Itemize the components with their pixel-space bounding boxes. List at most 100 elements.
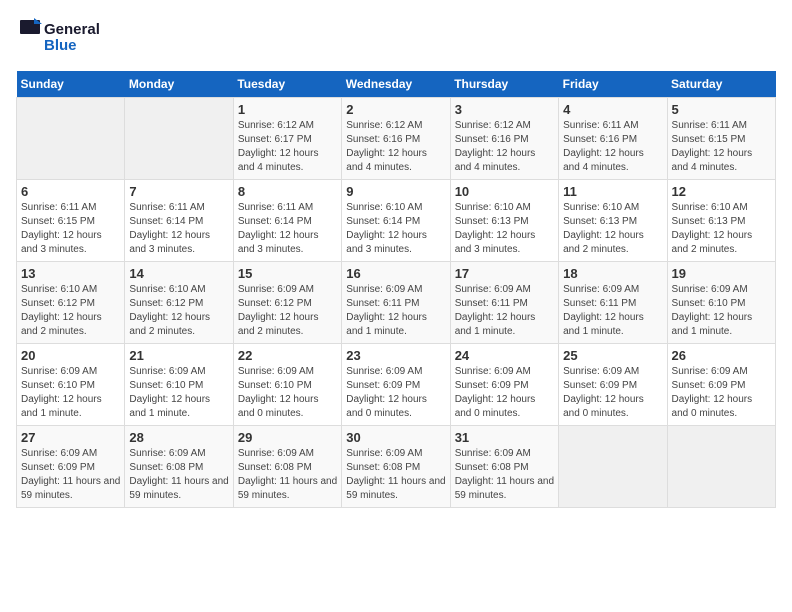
calendar-cell: 14 Sunrise: 6:10 AM Sunset: 6:12 PM Dayli… — [125, 262, 233, 344]
calendar-cell — [125, 98, 233, 180]
day-info: Sunrise: 6:09 AM Sunset: 6:08 PM Dayligh… — [129, 447, 228, 503]
calendar-cell: 28 Sunrise: 6:09 AM Sunset: 6:08 PM Dayli… — [125, 426, 233, 508]
calendar-cell: 1Sunrise: 6:12 AM Sunset: 6:17 PM Daylig… — [233, 98, 341, 180]
calendar-cell: 27 Sunrise: 6:09 AM Sunset: 6:09 PM Dayli… — [17, 426, 125, 508]
day-number: 3 — [455, 102, 554, 117]
calendar-cell: 21 Sunrise: 6:09 AM Sunset: 6:10 PM Dayli… — [125, 344, 233, 426]
calendar-cell: 5 Sunrise: 6:11 AM Sunset: 6:15 PM Daylig… — [667, 98, 775, 180]
logo: General Blue — [16, 16, 136, 63]
calendar-cell: 29 Sunrise: 6:09 AM Sunset: 6:08 PM Dayli… — [233, 426, 341, 508]
calendar-cell: 18Sunrise: 6:09 AM Sunset: 6:11 PM Dayli… — [559, 262, 667, 344]
calendar-cell: 11 Sunrise: 6:10 AM Sunset: 6:13 PM Dayli… — [559, 180, 667, 262]
day-info: Sunrise: 6:12 AM Sunset: 6:17 PM Dayligh… — [238, 119, 337, 175]
calendar-cell: 10 Sunrise: 6:10 AM Sunset: 6:13 PM Dayli… — [450, 180, 558, 262]
day-number: 16 — [346, 266, 445, 281]
day-number: 13 — [21, 266, 120, 281]
calendar-cell: 23 Sunrise: 6:09 AM Sunset: 6:09 PM Dayli… — [342, 344, 450, 426]
header-day-saturday: Saturday — [667, 71, 775, 98]
header-day-wednesday: Wednesday — [342, 71, 450, 98]
day-number: 22 — [238, 348, 337, 363]
day-number: 28 — [129, 430, 228, 445]
day-info: Sunrise: 6:11 AM Sunset: 6:14 PM Dayligh… — [238, 201, 337, 257]
day-info: Sunrise: 6:11 AM Sunset: 6:15 PM Dayligh… — [672, 119, 771, 175]
svg-text:Blue: Blue — [44, 37, 77, 54]
calendar-cell: 20Sunrise: 6:09 AM Sunset: 6:10 PM Dayli… — [17, 344, 125, 426]
day-info: Sunrise: 6:09 AM Sunset: 6:10 PM Dayligh… — [238, 365, 337, 421]
header-day-sunday: Sunday — [17, 71, 125, 98]
day-info: Sunrise: 6:10 AM Sunset: 6:13 PM Dayligh… — [672, 201, 771, 257]
day-info: Sunrise: 6:09 AM Sunset: 6:09 PM Dayligh… — [21, 447, 120, 503]
day-info: Sunrise: 6:12 AM Sunset: 6:16 PM Dayligh… — [455, 119, 554, 175]
calendar-cell: 12Sunrise: 6:10 AM Sunset: 6:13 PM Dayli… — [667, 180, 775, 262]
day-info: Sunrise: 6:09 AM Sunset: 6:12 PM Dayligh… — [238, 283, 337, 339]
calendar-cell — [17, 98, 125, 180]
day-info: Sunrise: 6:09 AM Sunset: 6:11 PM Dayligh… — [455, 283, 554, 339]
calendar-cell: 25Sunrise: 6:09 AM Sunset: 6:09 PM Dayli… — [559, 344, 667, 426]
day-info: Sunrise: 6:09 AM Sunset: 6:09 PM Dayligh… — [346, 365, 445, 421]
week-row-3: 13 Sunrise: 6:10 AM Sunset: 6:12 PM Dayli… — [17, 262, 776, 344]
day-info: Sunrise: 6:09 AM Sunset: 6:08 PM Dayligh… — [346, 447, 445, 503]
day-info: Sunrise: 6:09 AM Sunset: 6:11 PM Dayligh… — [346, 283, 445, 339]
week-row-2: 6 Sunrise: 6:11 AM Sunset: 6:15 PM Daylig… — [17, 180, 776, 262]
day-info: Sunrise: 6:10 AM Sunset: 6:13 PM Dayligh… — [455, 201, 554, 257]
day-info: Sunrise: 6:09 AM Sunset: 6:08 PM Dayligh… — [238, 447, 337, 503]
day-number: 17 — [455, 266, 554, 281]
day-number: 11 — [563, 184, 662, 199]
week-row-5: 27 Sunrise: 6:09 AM Sunset: 6:09 PM Dayli… — [17, 426, 776, 508]
calendar-cell: 16 Sunrise: 6:09 AM Sunset: 6:11 PM Dayli… — [342, 262, 450, 344]
calendar-cell: 22 Sunrise: 6:09 AM Sunset: 6:10 PM Dayli… — [233, 344, 341, 426]
day-number: 23 — [346, 348, 445, 363]
day-info: Sunrise: 6:10 AM Sunset: 6:14 PM Dayligh… — [346, 201, 445, 257]
header-row: SundayMondayTuesdayWednesdayThursdayFrid… — [17, 71, 776, 98]
day-number: 21 — [129, 348, 228, 363]
calendar-cell: 24 Sunrise: 6:09 AM Sunset: 6:09 PM Dayli… — [450, 344, 558, 426]
calendar-cell: 8 Sunrise: 6:11 AM Sunset: 6:14 PM Daylig… — [233, 180, 341, 262]
calendar-cell: 15 Sunrise: 6:09 AM Sunset: 6:12 PM Dayli… — [233, 262, 341, 344]
day-info: Sunrise: 6:09 AM Sunset: 6:08 PM Dayligh… — [455, 447, 554, 503]
day-number: 6 — [21, 184, 120, 199]
day-number: 29 — [238, 430, 337, 445]
calendar-cell — [667, 426, 775, 508]
day-number: 4 — [563, 102, 662, 117]
day-number: 8 — [238, 184, 337, 199]
day-number: 2 — [346, 102, 445, 117]
day-info: Sunrise: 6:09 AM Sunset: 6:10 PM Dayligh… — [672, 283, 771, 339]
day-info: Sunrise: 6:10 AM Sunset: 6:13 PM Dayligh… — [563, 201, 662, 257]
day-number: 10 — [455, 184, 554, 199]
calendar-cell — [559, 426, 667, 508]
day-info: Sunrise: 6:10 AM Sunset: 6:12 PM Dayligh… — [21, 283, 120, 339]
logo-full: General Blue — [16, 16, 136, 58]
header-day-tuesday: Tuesday — [233, 71, 341, 98]
day-number: 19 — [672, 266, 771, 281]
day-number: 30 — [346, 430, 445, 445]
day-number: 25 — [563, 348, 662, 363]
day-info: Sunrise: 6:11 AM Sunset: 6:15 PM Dayligh… — [21, 201, 120, 257]
day-number: 20 — [21, 348, 120, 363]
calendar-header: SundayMondayTuesdayWednesdayThursdayFrid… — [17, 71, 776, 98]
page-header: General Blue — [16, 16, 776, 63]
day-number: 9 — [346, 184, 445, 199]
day-number: 15 — [238, 266, 337, 281]
calendar-cell: 30 Sunrise: 6:09 AM Sunset: 6:08 PM Dayli… — [342, 426, 450, 508]
day-number: 5 — [672, 102, 771, 117]
calendar-cell: 6 Sunrise: 6:11 AM Sunset: 6:15 PM Daylig… — [17, 180, 125, 262]
day-info: Sunrise: 6:09 AM Sunset: 6:10 PM Dayligh… — [129, 365, 228, 421]
day-number: 24 — [455, 348, 554, 363]
day-info: Sunrise: 6:11 AM Sunset: 6:14 PM Dayligh… — [129, 201, 228, 257]
calendar-cell: 26Sunrise: 6:09 AM Sunset: 6:09 PM Dayli… — [667, 344, 775, 426]
calendar-body: 1Sunrise: 6:12 AM Sunset: 6:17 PM Daylig… — [17, 98, 776, 508]
day-number: 26 — [672, 348, 771, 363]
day-number: 27 — [21, 430, 120, 445]
svg-text:General: General — [44, 21, 100, 38]
day-number: 14 — [129, 266, 228, 281]
calendar-cell: 9 Sunrise: 6:10 AM Sunset: 6:14 PM Daylig… — [342, 180, 450, 262]
day-number: 31 — [455, 430, 554, 445]
week-row-1: 1Sunrise: 6:12 AM Sunset: 6:17 PM Daylig… — [17, 98, 776, 180]
header-day-friday: Friday — [559, 71, 667, 98]
calendar-cell: 2Sunrise: 6:12 AM Sunset: 6:16 PM Daylig… — [342, 98, 450, 180]
day-info: Sunrise: 6:09 AM Sunset: 6:09 PM Dayligh… — [455, 365, 554, 421]
week-row-4: 20 Sunrise: 6:09 AM Sunset: 6:10 PM Dayli… — [17, 344, 776, 426]
day-info: Sunrise: 6:10 AM Sunset: 6:12 PM Dayligh… — [129, 283, 228, 339]
header-day-monday: Monday — [125, 71, 233, 98]
calendar-cell: 19 Sunrise: 6:09 AM Sunset: 6:10 PM Dayli… — [667, 262, 775, 344]
